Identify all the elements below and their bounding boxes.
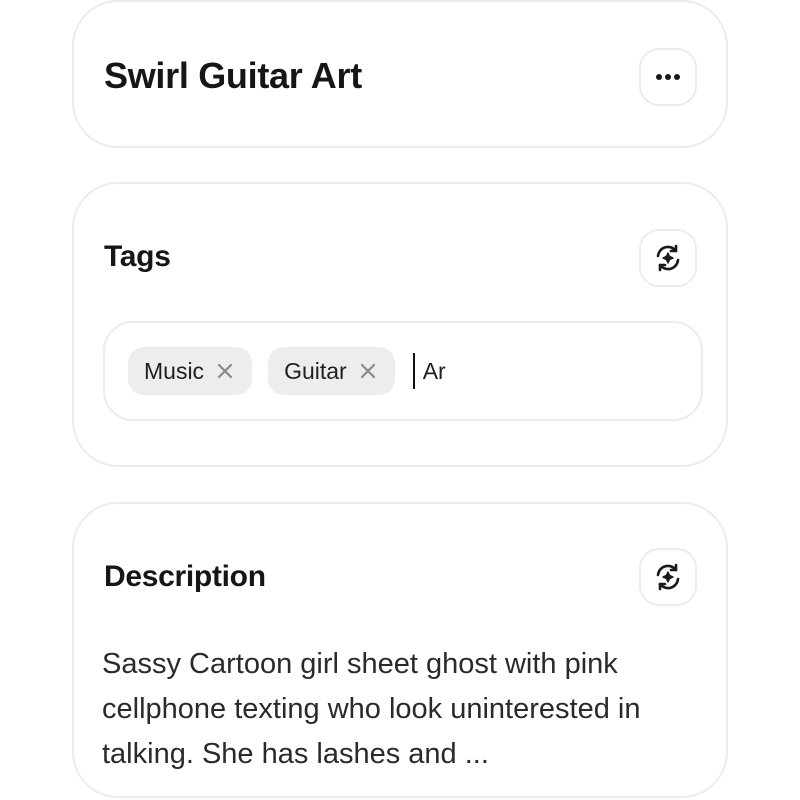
text-caret <box>412 353 415 389</box>
tags-heading: Tags <box>104 240 171 273</box>
sparkle-refresh-icon <box>652 561 684 593</box>
artwork-title: Swirl Guitar Art <box>104 55 362 96</box>
tag-chip-music: Music <box>128 347 253 395</box>
more-horizontal-icon <box>655 73 681 81</box>
close-icon[interactable] <box>359 362 377 380</box>
description-heading: Description <box>104 560 266 593</box>
tag-label: Music <box>144 357 205 384</box>
tag-label: Guitar <box>284 357 347 384</box>
more-options-button[interactable] <box>639 48 697 106</box>
tag-chip-guitar: Guitar <box>268 347 395 395</box>
title-card: Swirl Guitar Art <box>72 0 728 148</box>
regenerate-tags-button[interactable] <box>639 229 697 287</box>
tags-input-field[interactable]: Music Guitar <box>103 321 703 421</box>
description-text: Sassy Cartoon girl sheet ghost with pink… <box>102 648 641 770</box>
new-tag-input[interactable] <box>422 357 623 385</box>
regenerate-description-button[interactable] <box>639 548 697 606</box>
close-icon[interactable] <box>216 362 234 380</box>
tags-card: Tags Music Guitar <box>72 182 728 467</box>
description-card: Description Sassy Cartoon girl sheet gho… <box>72 502 728 798</box>
sparkle-refresh-icon <box>652 242 684 274</box>
